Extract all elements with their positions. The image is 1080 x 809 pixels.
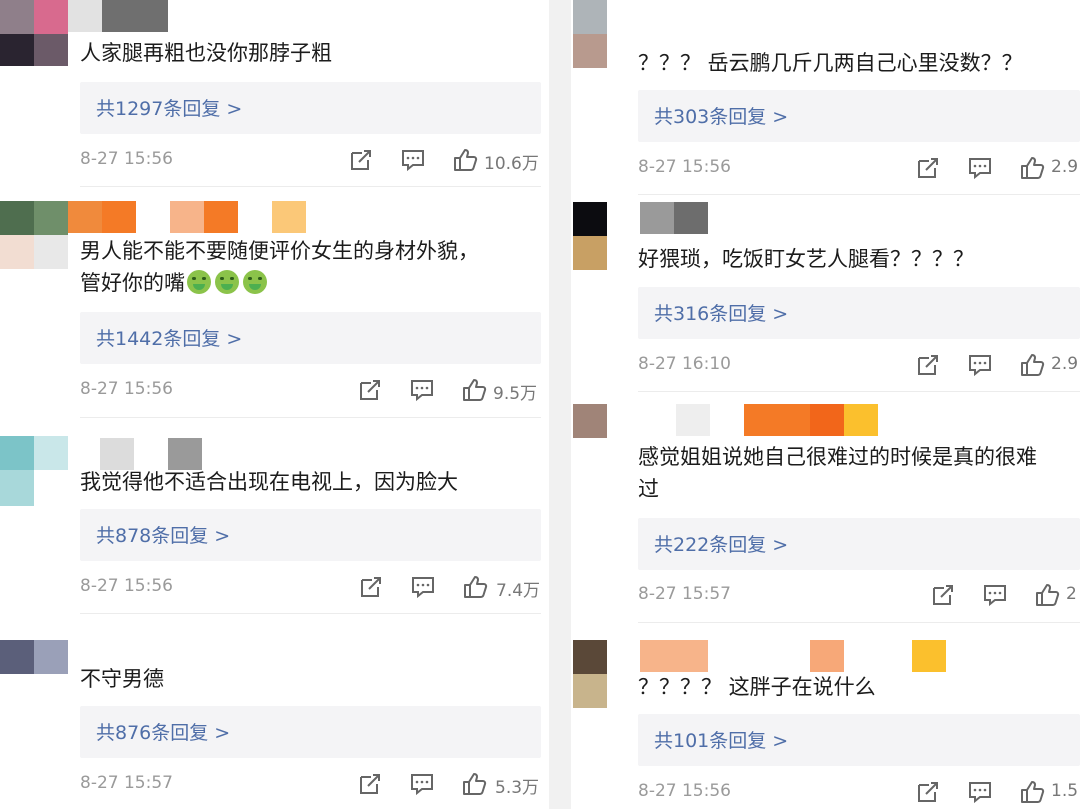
divider — [638, 391, 1080, 392]
reply-count-label: 共303条回复 > — [654, 106, 789, 128]
comment-text-line2: 管好你的嘴 — [80, 268, 269, 299]
like-icon[interactable] — [461, 771, 487, 797]
comment-icon[interactable] — [400, 147, 426, 173]
comment-text: ？？？？ 这胖子在说什么 — [638, 675, 876, 699]
reply-count-button[interactable]: 共303条回复 > — [638, 90, 1080, 142]
column-divider — [549, 0, 571, 809]
comment-text: 不守男德 — [80, 667, 164, 691]
repost-icon[interactable] — [915, 779, 941, 805]
like-icon[interactable] — [1019, 779, 1045, 805]
like-count: 5.3万 — [495, 778, 540, 798]
comment-icon[interactable] — [982, 582, 1008, 608]
timestamp: 8-27 15:57 — [80, 773, 173, 793]
comment-meta: 8-27 15:57 5.3万 — [80, 771, 540, 799]
divider — [638, 194, 1080, 195]
timestamp: 8-27 15:56 — [80, 149, 173, 169]
comment-text: 人家腿再粗也没你那脖子粗 — [80, 41, 332, 65]
comment-icon[interactable] — [967, 155, 993, 181]
like-icon[interactable] — [1019, 155, 1045, 181]
like-count: 2.9 — [1051, 354, 1079, 374]
comment-text: ？？？ 岳云鹏几斤几两自己心里没数？？ — [638, 51, 1023, 75]
comment-meta: 8-27 15:56 9.5万 — [80, 377, 540, 405]
reply-count-button[interactable]: 共222条回复 > — [638, 518, 1080, 570]
repost-icon[interactable] — [357, 377, 383, 403]
reply-count-button[interactable]: 共101条回复 > — [638, 714, 1080, 766]
nickname-mosaic[interactable] — [640, 202, 710, 234]
comment-meta: 8-27 15:57 2 — [638, 582, 1080, 610]
comment-icon[interactable] — [967, 352, 993, 378]
reply-count-button[interactable]: 共1297条回复 > — [80, 82, 541, 134]
divider — [80, 613, 541, 614]
repost-icon[interactable] — [357, 771, 383, 797]
avatar[interactable] — [0, 0, 68, 66]
repost-icon[interactable] — [915, 352, 941, 378]
comment-icon[interactable] — [410, 574, 436, 600]
divider — [80, 417, 541, 418]
reply-count-button[interactable]: 共876条回复 > — [80, 706, 541, 758]
avatar[interactable] — [0, 640, 68, 674]
reply-count-label: 共878条回复 > — [96, 525, 231, 547]
like-count: 9.5万 — [493, 384, 538, 404]
repost-icon[interactable] — [358, 574, 384, 600]
comment-text: 我觉得他不适合出现在电视上，因为脸大 — [80, 470, 458, 494]
nickname-mosaic[interactable] — [68, 201, 308, 233]
timestamp: 8-27 15:57 — [638, 584, 731, 604]
timestamp: 8-27 15:56 — [638, 157, 731, 177]
timestamp: 8-27 15:56 — [638, 781, 731, 801]
avatar[interactable] — [573, 202, 607, 270]
comment-meta: 8-27 15:56 1.5 — [638, 779, 1080, 807]
repost-icon[interactable] — [915, 155, 941, 181]
reply-count-label: 共1442条回复 > — [96, 328, 243, 350]
avatar[interactable] — [0, 436, 68, 506]
avatar[interactable] — [573, 640, 607, 708]
timestamp: 8-27 15:56 — [80, 379, 173, 399]
avatar[interactable] — [0, 201, 68, 269]
reply-count-label: 共316条回复 > — [654, 303, 789, 325]
like-count: 7.4万 — [496, 581, 541, 601]
reply-count-button[interactable]: 共316条回复 > — [638, 287, 1080, 339]
nickname-mosaic[interactable] — [676, 404, 886, 436]
like-icon[interactable] — [1019, 352, 1045, 378]
reply-count-button[interactable]: 共1442条回复 > — [80, 312, 541, 364]
comment-text: 男人能不能不要随便评价女生的身材外貌， — [80, 239, 479, 263]
comment-icon[interactable] — [409, 377, 435, 403]
reply-count-label: 共101条回复 > — [654, 730, 789, 752]
comment-meta: 8-27 16:10 2.9 — [638, 352, 1080, 380]
comment-meta: 8-27 15:56 7.4万 — [80, 574, 540, 602]
comment-meta: 8-27 15:56 10.6万 — [80, 147, 540, 175]
comment-text: 好猥琐，吃饭盯女艺人腿看？？？？ — [638, 247, 974, 271]
nickname-mosaic[interactable] — [640, 640, 950, 672]
comment-text-line2: 过 — [638, 477, 659, 501]
reply-count-label: 共876条回复 > — [96, 722, 231, 744]
comment-icon[interactable] — [967, 779, 993, 805]
like-count: 2.9 — [1051, 157, 1079, 177]
reply-count-label: 共1297条回复 > — [96, 98, 243, 120]
comment-meta: 8-27 15:56 2.9 — [638, 155, 1080, 183]
avatar[interactable] — [573, 404, 607, 438]
sick-emoji-icon — [215, 270, 239, 294]
reply-count-label: 共222条回复 > — [654, 534, 789, 556]
timestamp: 8-27 15:56 — [80, 576, 173, 596]
like-count: 10.6万 — [484, 154, 539, 174]
sick-emoji-icon — [243, 270, 267, 294]
like-count: 1.5 — [1051, 781, 1079, 801]
repost-icon[interactable] — [930, 582, 956, 608]
timestamp: 8-27 16:10 — [638, 354, 731, 374]
like-icon[interactable] — [461, 377, 487, 403]
like-icon[interactable] — [452, 147, 478, 173]
like-icon[interactable] — [1034, 582, 1060, 608]
sick-emoji-icon — [187, 270, 211, 294]
avatar[interactable] — [573, 0, 607, 68]
comment-text: 感觉姐姐说她自己很难过的时候是真的很难 — [638, 445, 1037, 469]
like-count: 2 — [1066, 584, 1077, 604]
nickname-mosaic[interactable] — [100, 438, 210, 470]
divider — [80, 186, 541, 187]
reply-count-button[interactable]: 共878条回复 > — [80, 509, 541, 561]
comment-icon[interactable] — [409, 771, 435, 797]
like-icon[interactable] — [462, 574, 488, 600]
comment-text-cont: 管好你的嘴 — [80, 271, 185, 295]
nickname-mosaic[interactable] — [68, 0, 208, 32]
repost-icon[interactable] — [348, 147, 374, 173]
divider — [638, 622, 1080, 623]
